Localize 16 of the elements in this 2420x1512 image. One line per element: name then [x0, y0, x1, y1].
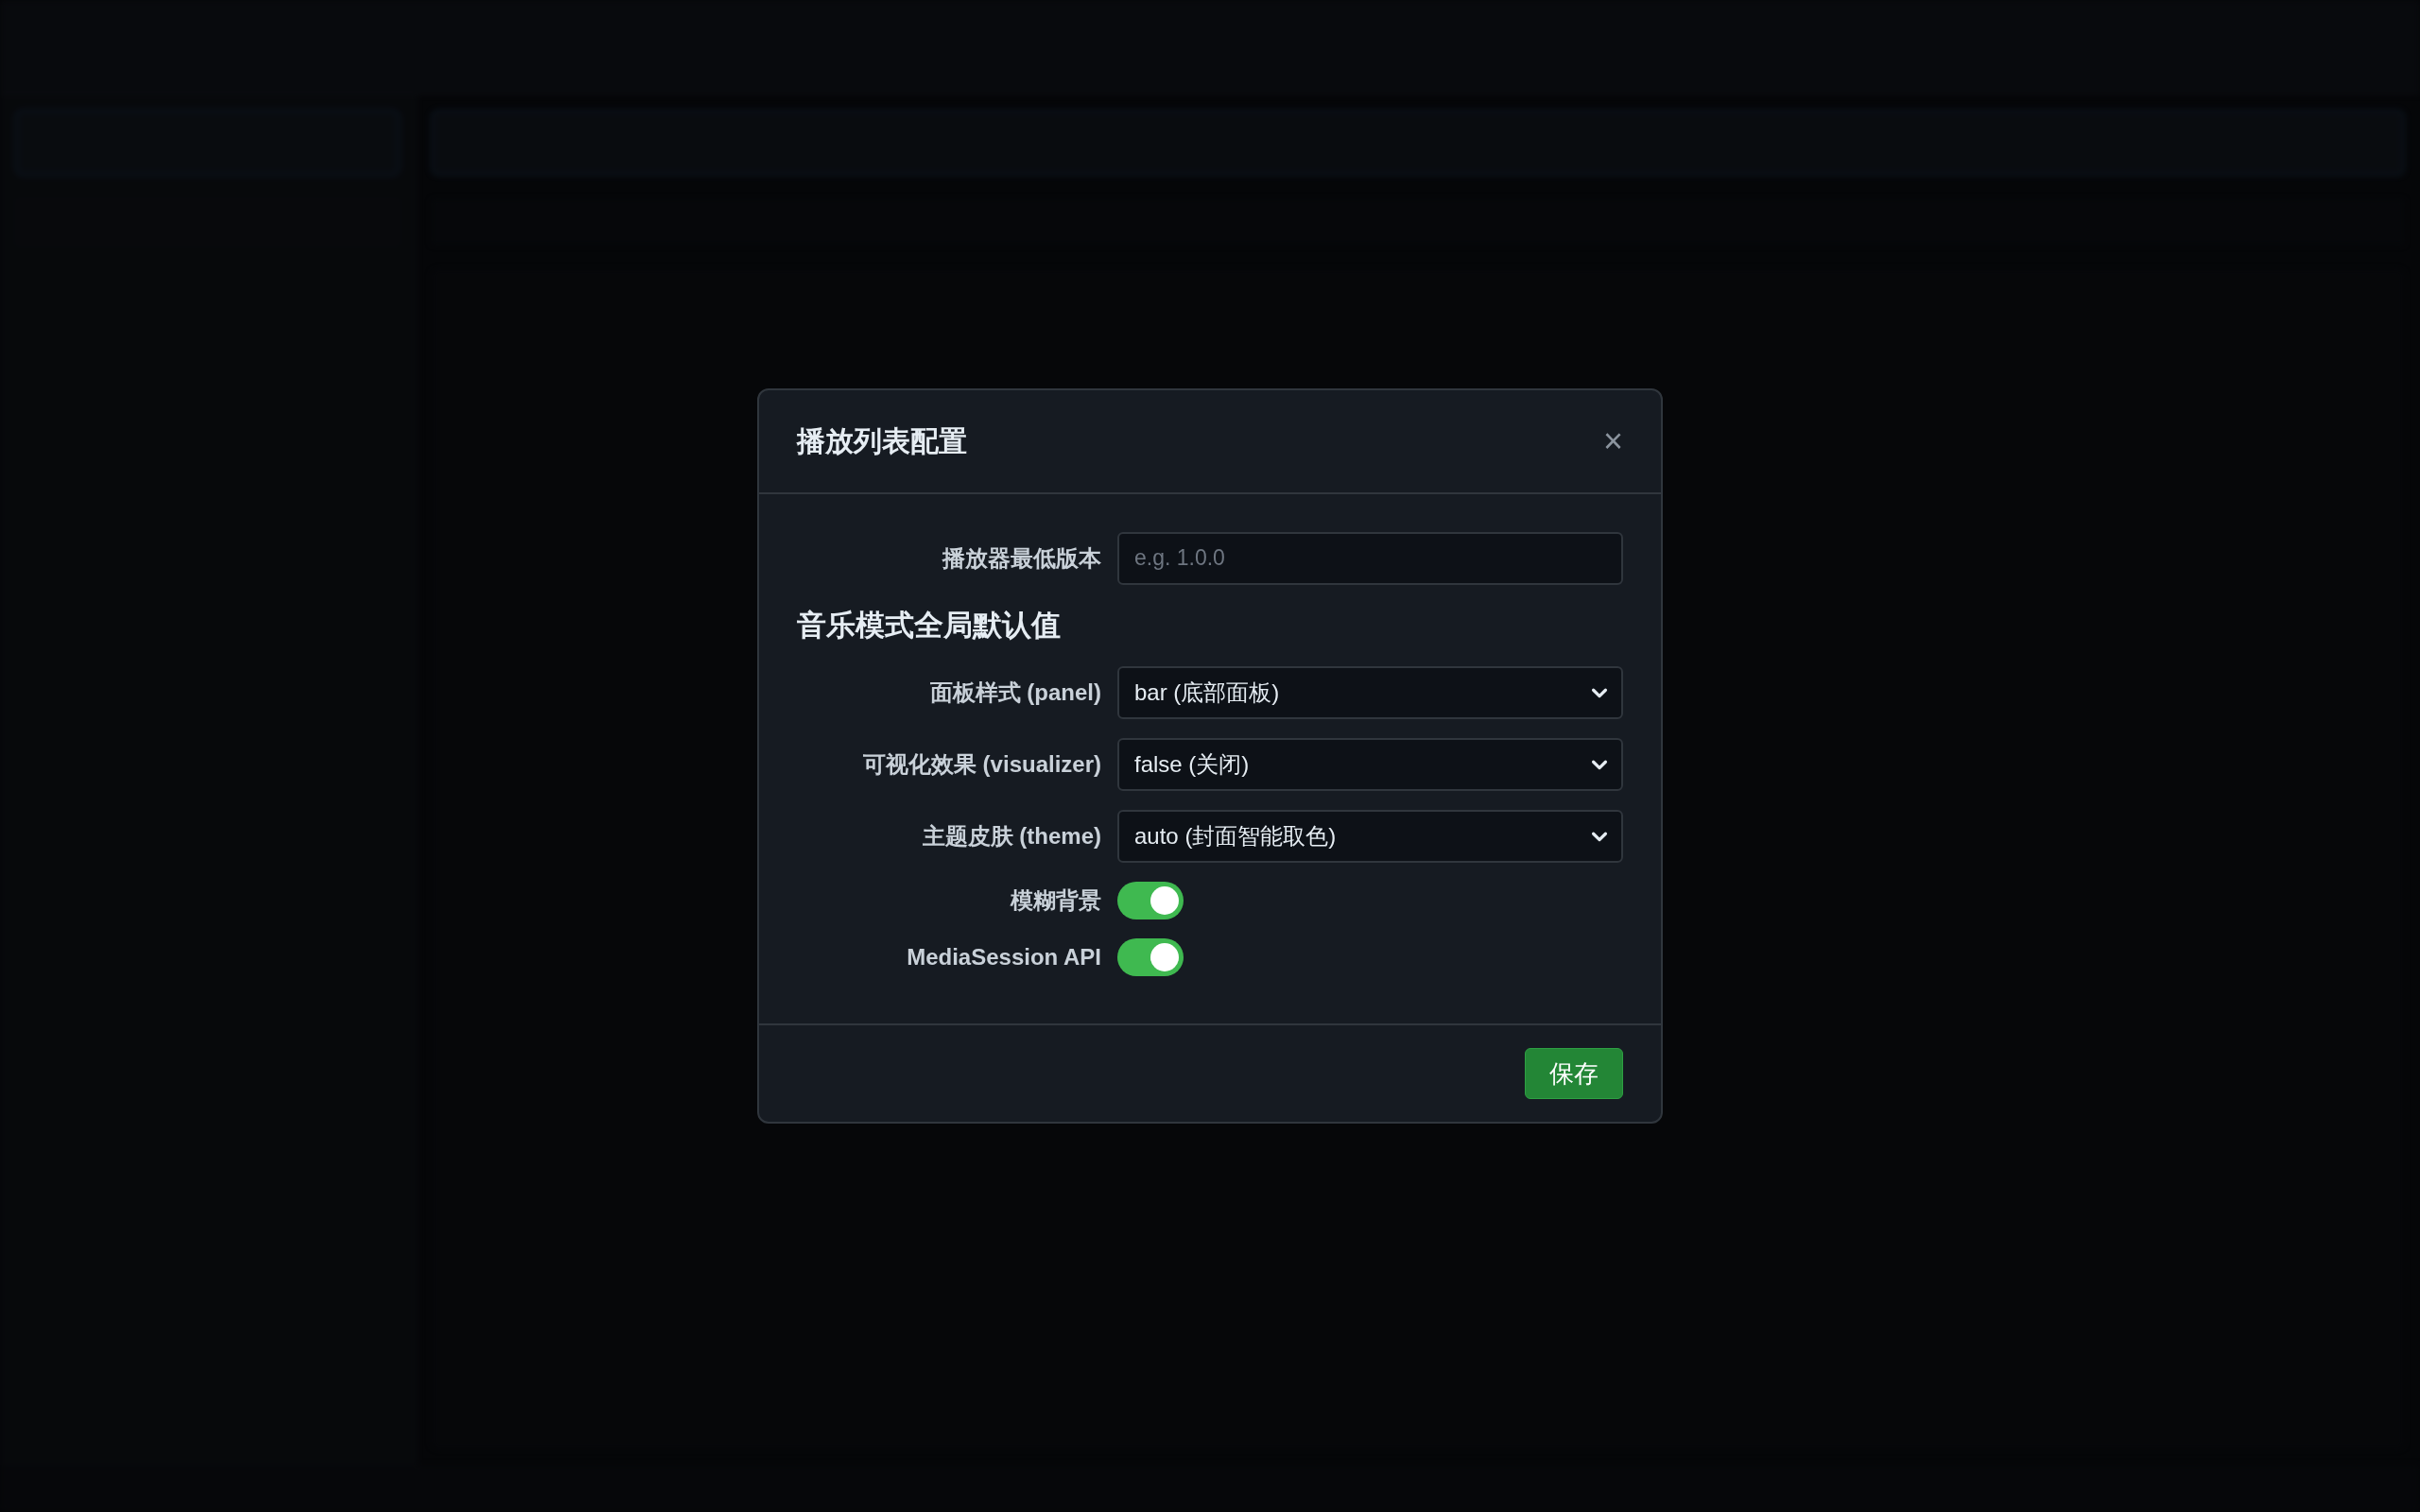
- select-field[interactable]: false (关闭): [1117, 738, 1623, 792]
- section-title: 音乐模式全局默认值: [797, 607, 1062, 644]
- field-label: 面板样式 (panel): [929, 679, 1101, 708]
- select-field[interactable]: bar (底部面板): [1117, 666, 1623, 720]
- field-label: 可视化效果 (visualizer): [862, 750, 1101, 780]
- close-button[interactable]: ×: [1602, 423, 1623, 458]
- select-field[interactable]: auto (封面智能取色): [1117, 810, 1623, 864]
- field-label: MediaSession API: [907, 943, 1101, 972]
- toggle-switch[interactable]: [1117, 882, 1184, 920]
- field-label: 播放器最低版本: [942, 543, 1101, 573]
- field-label: 主题皮肤 (theme): [922, 822, 1101, 851]
- field-label: 模糊背景: [1011, 886, 1101, 916]
- toggle-switch[interactable]: [1117, 938, 1184, 977]
- dialog-title: 播放列表配置: [797, 424, 967, 459]
- version-field[interactable]: e.g. 1.0.0: [1117, 531, 1623, 585]
- save-button[interactable]: 保存: [1525, 1048, 1623, 1100]
